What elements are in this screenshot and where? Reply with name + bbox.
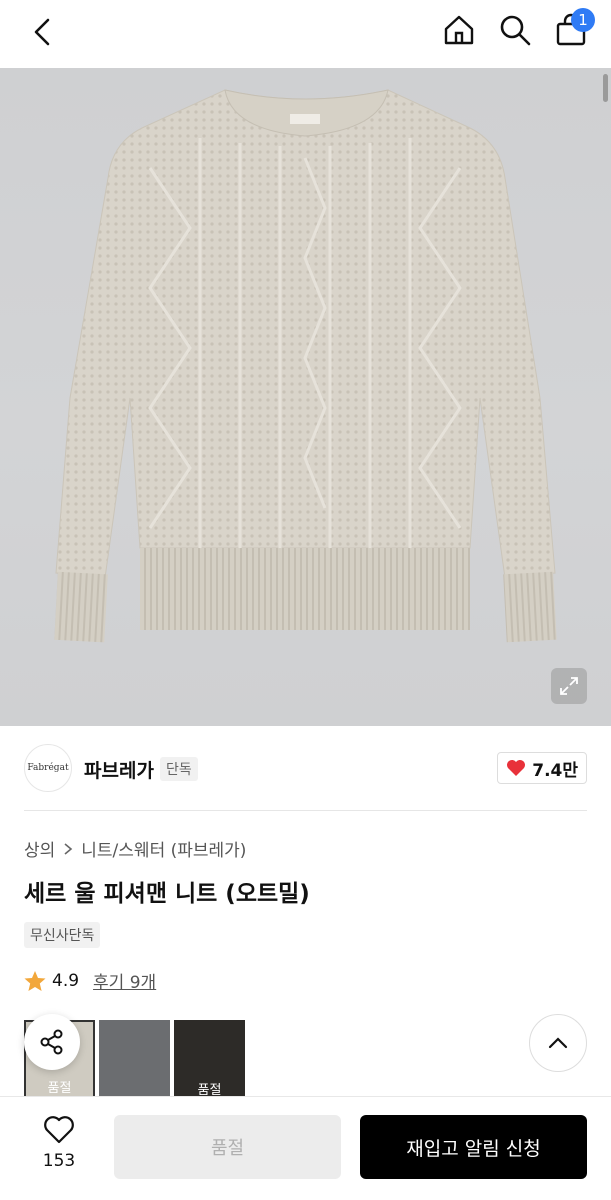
cart-button[interactable]: 1 xyxy=(551,8,595,50)
bottom-action-bar: 153 품절 재입고 알림 신청 xyxy=(0,1096,611,1200)
product-title: 세르 울 피셔맨 니트 (오트밀) xyxy=(24,881,310,907)
divider xyxy=(24,810,587,811)
brand-row: Fabrégat 파브레가 단독 7.4만 xyxy=(0,726,611,810)
chevron-up-icon xyxy=(548,1037,568,1049)
star-icon xyxy=(24,970,46,991)
share-icon xyxy=(40,1029,63,1055)
breadcrumb-item[interactable]: 상의 xyxy=(24,836,55,861)
heart-outline-icon xyxy=(44,1116,74,1144)
share-button[interactable] xyxy=(24,1014,80,1070)
brand-name[interactable]: 파브레가 xyxy=(84,756,154,783)
product-image[interactable] xyxy=(0,68,611,726)
reviews-link[interactable]: 후기 9개 xyxy=(93,968,156,993)
back-button[interactable] xyxy=(24,12,64,52)
scroll-top-button[interactable] xyxy=(529,1014,587,1072)
sweater-illustration xyxy=(54,89,557,643)
color-option[interactable]: 품절 xyxy=(174,1020,245,1100)
breadcrumb: 상의 니트/스웨터 (파브레가) xyxy=(24,836,246,861)
home-button[interactable] xyxy=(439,10,479,50)
top-bar: 1 xyxy=(0,0,611,68)
restock-notify-button[interactable]: 재입고 알림 신청 xyxy=(360,1115,587,1179)
search-button[interactable] xyxy=(495,10,535,50)
fullscreen-button[interactable] xyxy=(551,668,587,704)
chevron-right-icon xyxy=(64,842,73,855)
rating-row: 4.9 후기 9개 xyxy=(24,968,156,993)
search-icon xyxy=(500,15,531,46)
rating-score: 4.9 xyxy=(52,970,80,991)
breadcrumb-item[interactable]: 니트/스웨터 (파브레가) xyxy=(81,836,246,861)
heart-filled-icon xyxy=(507,760,526,776)
scrollbar[interactable] xyxy=(603,74,608,102)
cart-count-badge: 1 xyxy=(571,8,595,32)
brand-logo[interactable]: Fabrégat xyxy=(24,744,72,792)
color-option[interactable] xyxy=(99,1020,170,1100)
expand-icon xyxy=(560,677,578,695)
brand-like-count: 7.4만 xyxy=(532,760,578,781)
exclusive-tag: 무신사단독 xyxy=(24,922,101,948)
brand-like-button[interactable]: 7.4만 xyxy=(497,752,587,784)
soldout-button[interactable]: 품절 xyxy=(114,1115,341,1179)
chevron-left-icon xyxy=(34,18,50,46)
like-count: 153 xyxy=(42,1151,76,1171)
exclusive-badge: 단독 xyxy=(160,757,198,781)
soldout-label: 품절 xyxy=(47,1081,72,1096)
like-button[interactable]: 153 xyxy=(30,1115,88,1171)
home-icon xyxy=(444,15,474,45)
